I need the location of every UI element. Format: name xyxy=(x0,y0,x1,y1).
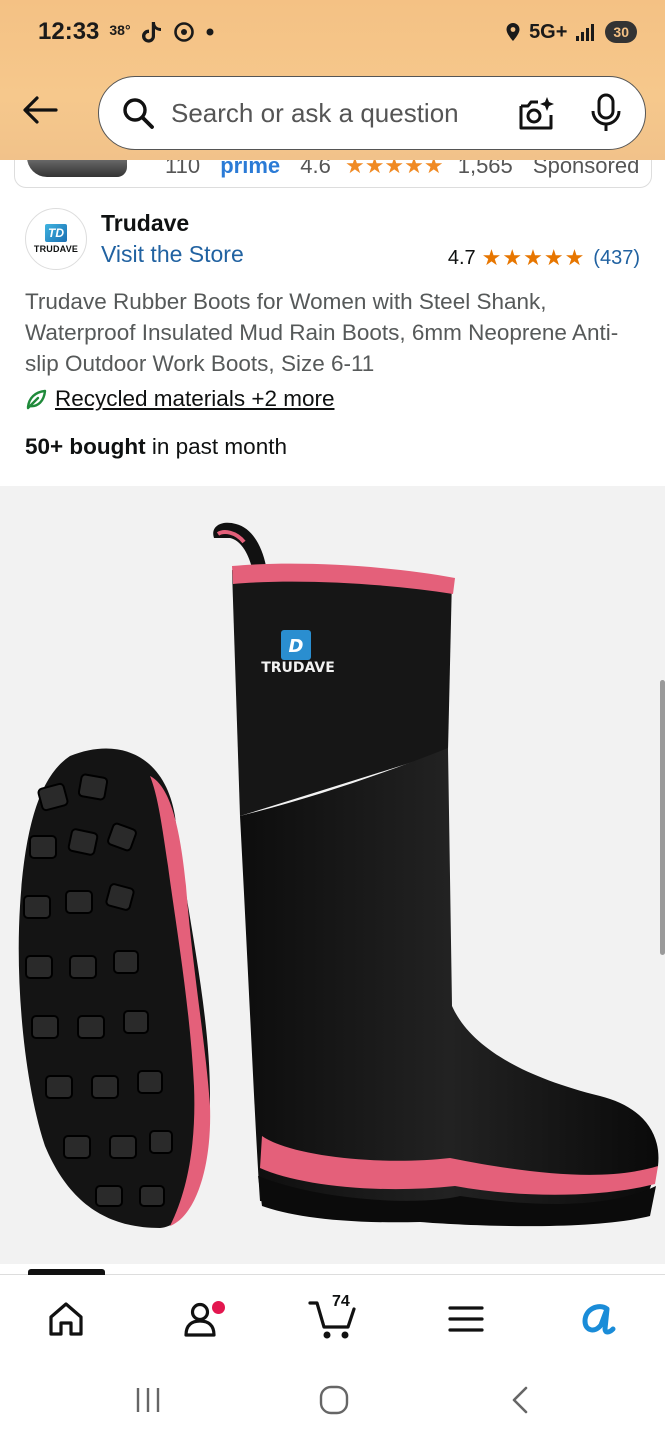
status-bar: 12:33 38° 5G+ 30 xyxy=(38,14,637,50)
voice-search-button[interactable] xyxy=(589,93,623,133)
nav-rufus-assistant[interactable] xyxy=(568,1291,628,1347)
bought-count-rest: in past month xyxy=(145,434,287,459)
nav-home[interactable] xyxy=(36,1291,96,1347)
signal-icon xyxy=(576,24,595,41)
rating-value: 4.7 xyxy=(447,246,476,269)
rufus-assistant-icon xyxy=(582,1304,616,1335)
bought-count-bold: 50+ bought xyxy=(25,434,146,459)
home-circle-icon xyxy=(319,1385,349,1415)
search-bar[interactable]: Search or ask a question xyxy=(98,76,646,150)
camera-search-button[interactable] xyxy=(517,95,555,133)
active-tab-indicator xyxy=(28,1269,105,1275)
notification-dot xyxy=(212,1301,225,1314)
product-photo-rubber-boots: D TRUDAVE xyxy=(18,522,659,1228)
dot-icon xyxy=(206,28,214,36)
recent-apps-icon xyxy=(136,1388,160,1412)
nav-cart[interactable]: 74 xyxy=(302,1291,362,1347)
search-icon xyxy=(123,98,154,129)
product-image-logo-text: TRUDAVE xyxy=(261,660,335,676)
product-rating[interactable]: 4.7 ★★★★★ (437) xyxy=(448,245,640,271)
recycled-materials-link[interactable]: Recycled materials +2 more xyxy=(55,386,334,412)
product-image-carousel[interactable]: D TRUDAVE xyxy=(0,486,665,1264)
leaf-icon xyxy=(26,389,47,410)
microphone-icon xyxy=(591,93,621,131)
visit-store-link[interactable]: Visit the Store xyxy=(101,241,244,268)
network-type: 5G+ xyxy=(529,20,568,43)
review-count-link[interactable]: (437) xyxy=(593,247,640,270)
chevron-left-icon xyxy=(512,1386,528,1414)
app-header: 12:33 38° 5G+ 30 Search or ask a questio… xyxy=(0,0,665,160)
brand-logo-word: TRUDAVE xyxy=(33,244,79,254)
back-system-button[interactable] xyxy=(500,1382,540,1418)
sync-icon xyxy=(173,22,194,42)
hamburger-menu-icon xyxy=(448,1306,484,1332)
brand-logo-mark: TD xyxy=(45,224,67,242)
product-page: 110 prime 4.6 ★★★★★ 1,565 Sponsored 12:3… xyxy=(0,0,665,1440)
nav-account[interactable] xyxy=(170,1291,230,1347)
scrollbar-handle[interactable] xyxy=(660,680,665,955)
product-title: Trudave Rubber Boots for Women with Stee… xyxy=(25,289,619,376)
rating-stars: ★★★★★ xyxy=(481,245,586,270)
cart-count: 74 xyxy=(332,1293,350,1310)
battery-indicator: 30 xyxy=(605,21,637,43)
brand-name: Trudave xyxy=(101,210,190,236)
system-navigation-bar xyxy=(0,1360,665,1440)
location-icon xyxy=(506,23,520,41)
camera-sparkle-icon xyxy=(519,97,554,130)
home-system-button[interactable] xyxy=(314,1382,354,1418)
home-icon xyxy=(49,1302,83,1336)
status-temperature: 38° xyxy=(109,22,131,38)
recycled-materials-row[interactable]: Recycled materials +2 more xyxy=(25,386,334,412)
recent-apps-button[interactable] xyxy=(128,1382,168,1418)
tiktok-icon xyxy=(141,22,161,43)
brand-logo[interactable]: TD TRUDAVE xyxy=(25,208,87,270)
back-button[interactable] xyxy=(18,88,62,132)
search-row: Search or ask a question xyxy=(0,76,665,152)
search-input[interactable]: Search or ask a question xyxy=(171,98,459,129)
info-icon[interactable] xyxy=(651,158,652,176)
nav-menu[interactable] xyxy=(436,1291,496,1347)
back-arrow-icon xyxy=(23,96,58,124)
bought-count: 50+ bought in past month xyxy=(25,434,287,460)
svg-text:D: D xyxy=(289,636,304,657)
status-time: 12:33 xyxy=(38,18,100,45)
bottom-navigation: 74 xyxy=(0,1269,665,1360)
